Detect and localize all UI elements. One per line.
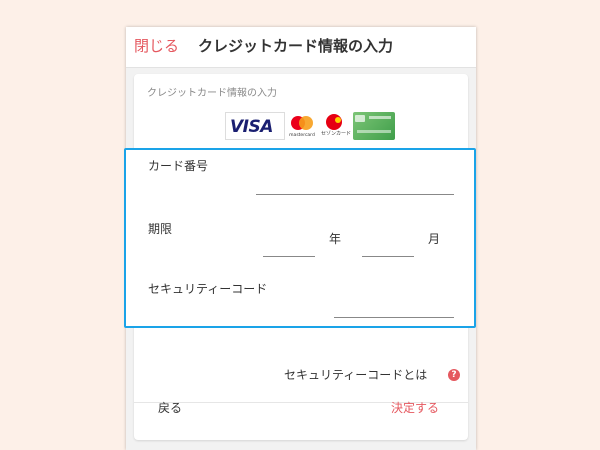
mastercard-logo-text: mastercard [289, 132, 315, 138]
mastercard-icon: mastercard [289, 116, 315, 138]
page-title: クレジットカード情報の入力 [198, 37, 394, 55]
saison-card-image [353, 112, 395, 140]
expiry-year-unit: 年 [329, 232, 342, 246]
modal-header: 閉じる クレジットカード情報の入力 [126, 27, 476, 68]
card-number-input[interactable] [256, 194, 454, 195]
visa-logo-text: VISA [230, 117, 273, 137]
expiry-year-input[interactable] [263, 256, 315, 257]
saison-logo: セゾンカード [319, 112, 353, 140]
help-icon[interactable]: ? [448, 369, 460, 381]
close-button[interactable]: 閉じる [134, 37, 179, 55]
credit-card-icon [355, 115, 391, 133]
section-title: クレジットカード情報の入力 [147, 88, 277, 99]
expiry-label: 期限 [148, 222, 173, 236]
expiry-month-input[interactable] [362, 256, 414, 257]
saison-logo-text: セゾンカード [320, 131, 351, 137]
submit-button[interactable]: 決定する [391, 401, 439, 415]
visa-logo: VISA [225, 112, 285, 140]
back-button[interactable]: 戻る [158, 401, 182, 415]
security-code-label: セキュリティーコード [148, 282, 268, 296]
security-code-input[interactable] [334, 317, 454, 318]
saison-icon [326, 114, 342, 130]
card-input-form: カード番号 期限 年 月 セキュリティーコード [124, 148, 476, 328]
card-number-label: カード番号 [148, 159, 209, 173]
security-code-help-link[interactable]: セキュリティーコードとは [284, 368, 427, 382]
expiry-month-unit: 月 [428, 232, 441, 246]
mastercard-logo: mastercard [285, 112, 319, 140]
